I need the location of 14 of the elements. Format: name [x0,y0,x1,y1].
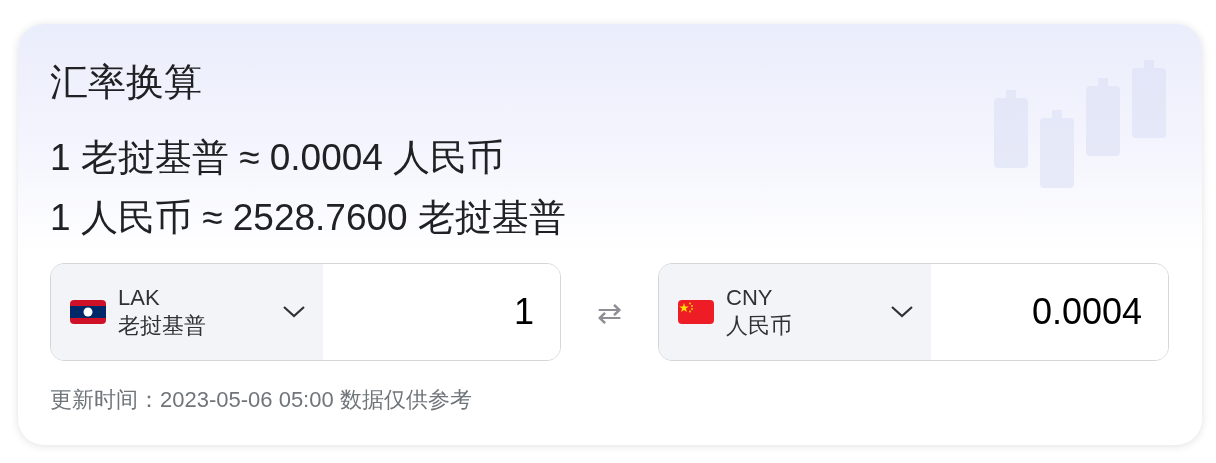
rate-text: 1 人民币 ≈ 2528.7600 老挝基普 [50,196,566,240]
chevron-down-icon [891,306,913,318]
chevron-down-icon [283,306,305,318]
rate-text: 1 老挝基普 ≈ 0.0004 人民币 [50,136,505,180]
currency-select[interactable]: CNY 人民币 [659,264,931,360]
currency-code: LAK [118,284,161,312]
update-time-text: 更新时间：2023-05-06 05:00 数据仅供参考 [50,386,473,414]
currency-name: 老挝基普 [118,312,207,340]
laos-flag-icon [70,300,106,324]
china-flag-icon [678,300,714,324]
card-title: 汇率换算 [50,60,202,105]
currency-code: CNY [726,284,774,312]
currency-name: 人民币 [726,312,793,340]
currency-select[interactable]: LAK 老挝基普 [51,264,323,360]
